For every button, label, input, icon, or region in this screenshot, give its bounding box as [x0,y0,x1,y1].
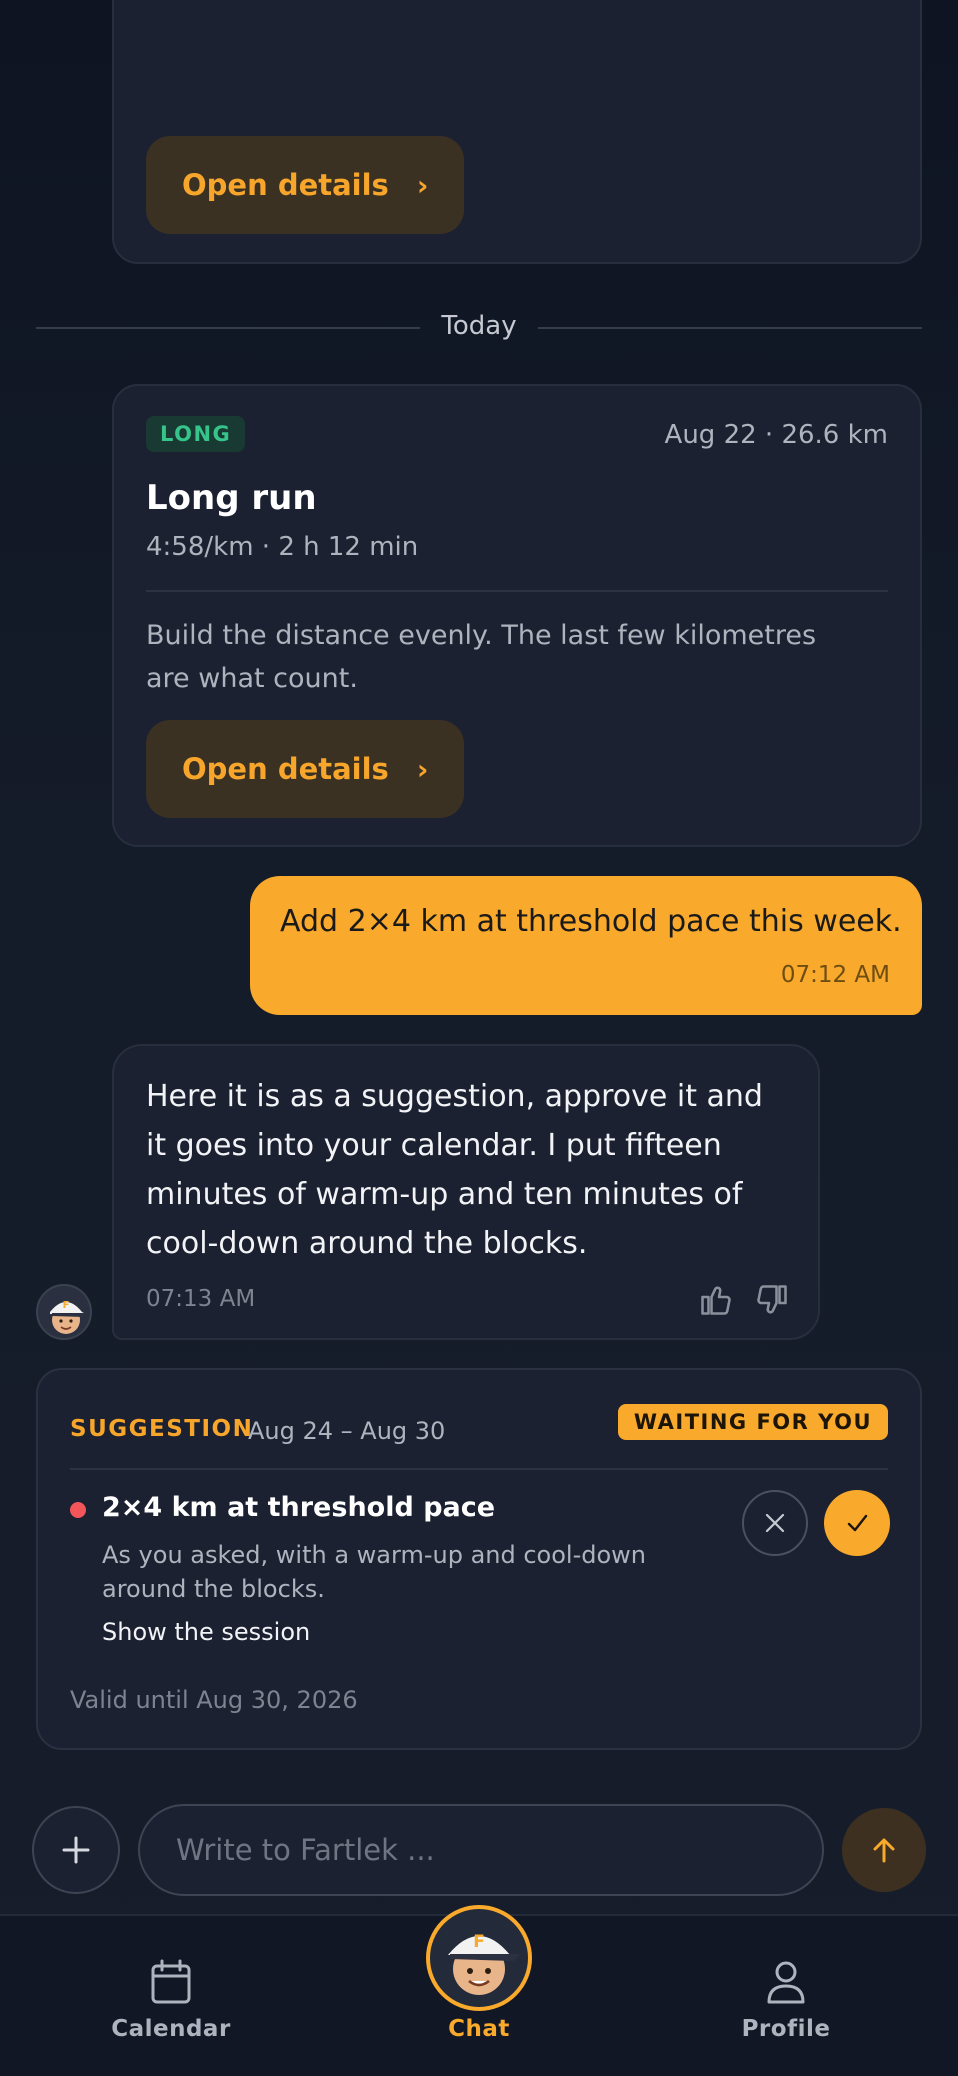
coach-message-time: 07:13 AM [146,1286,256,1312]
user-message-time: 07:12 AM [780,962,890,988]
thumbs-up-icon[interactable] [698,1282,734,1318]
session-dot-icon [70,1502,86,1518]
previous-workout-card: Open details › [112,0,922,264]
message-input[interactable] [176,1833,786,1867]
message-input-container [138,1804,824,1896]
suggestion-title: 2×4 km at threshold pace [102,1492,496,1523]
svg-text:F: F [63,1300,70,1311]
check-icon [847,1514,868,1532]
workout-pace-duration: 4:58/km · 2 h 12 min [146,532,419,562]
day-divider-label: Today [441,311,517,341]
nav-item-chat[interactable]: F Chat [359,1905,599,2076]
chevron-right-icon: › [416,168,429,202]
person-icon [767,1961,805,2004]
user-message-text: Add 2×4 km at threshold pace this week. [280,904,902,939]
status-badge: WAITING FOR YOU [617,1404,888,1440]
nav-item-profile[interactable]: Profile [666,1916,906,2076]
open-details-label: Open details [182,752,389,786]
coach-message-bubble: Here it is as a suggestion, approve it a… [112,1044,820,1340]
coach-avatar-icon: F [36,1284,92,1340]
workout-description: Build the distance evenly. The last few … [146,620,817,694]
approve-suggestion-button[interactable] [824,1490,890,1556]
plus-icon [62,1836,90,1864]
nav-label-calendar: Calendar [111,2016,231,2042]
nav-label-chat: Chat [448,2016,510,2042]
svg-text:F: F [473,1932,485,1952]
workout-separator [146,590,888,592]
close-icon [765,1513,785,1533]
suggestion-label: SUGGESTION [70,1416,254,1442]
workout-card: LONG Aug 22 · 26.6 km Long run 4:58/km ·… [112,384,922,847]
reject-suggestion-button[interactable] [742,1490,808,1556]
user-message-bubble: Add 2×4 km at threshold pace this week. … [250,876,922,1015]
workout-title: Long run [146,478,317,518]
nav-label-profile: Profile [741,2016,831,2042]
show-session-link[interactable]: Show the session [102,1618,310,1646]
arrow-up-icon [873,1838,895,1863]
day-divider: Today [36,308,922,348]
suggestion-description: As you asked, with a warm-up and cool-do… [102,1541,646,1603]
nav-item-calendar[interactable]: Calendar [51,1916,291,2076]
workout-date-distance: Aug 22 · 26.6 km [664,420,888,450]
suggestion-date-range: Aug 24 – Aug 30 [248,1417,446,1445]
suggestion-card: SUGGESTION Aug 24 – Aug 30 WAITING FOR Y… [36,1368,922,1750]
open-details-label: Open details [182,168,389,202]
coach-message-text: Here it is as a suggestion, approve it a… [146,1079,763,1261]
send-button[interactable] [842,1808,926,1892]
suggestion-valid-until: Valid until Aug 30, 2026 [70,1686,358,1714]
chat-screen: Open details › Today LONG Aug 22 · 26.6 … [0,0,958,2076]
thumbs-down-icon[interactable] [754,1282,790,1318]
bottom-navigation: Calendar F Chat Profile [0,1905,958,2076]
coach-avatar-icon: F [426,1905,532,2011]
add-attachment-button[interactable] [32,1806,120,1894]
workout-type-badge: LONG [146,416,246,452]
suggestion-separator [70,1468,888,1470]
chevron-right-icon: › [416,752,429,786]
calendar-icon [151,1959,191,2004]
open-details-button[interactable]: Open details › [146,136,465,234]
open-details-button[interactable]: Open details › [146,720,465,818]
